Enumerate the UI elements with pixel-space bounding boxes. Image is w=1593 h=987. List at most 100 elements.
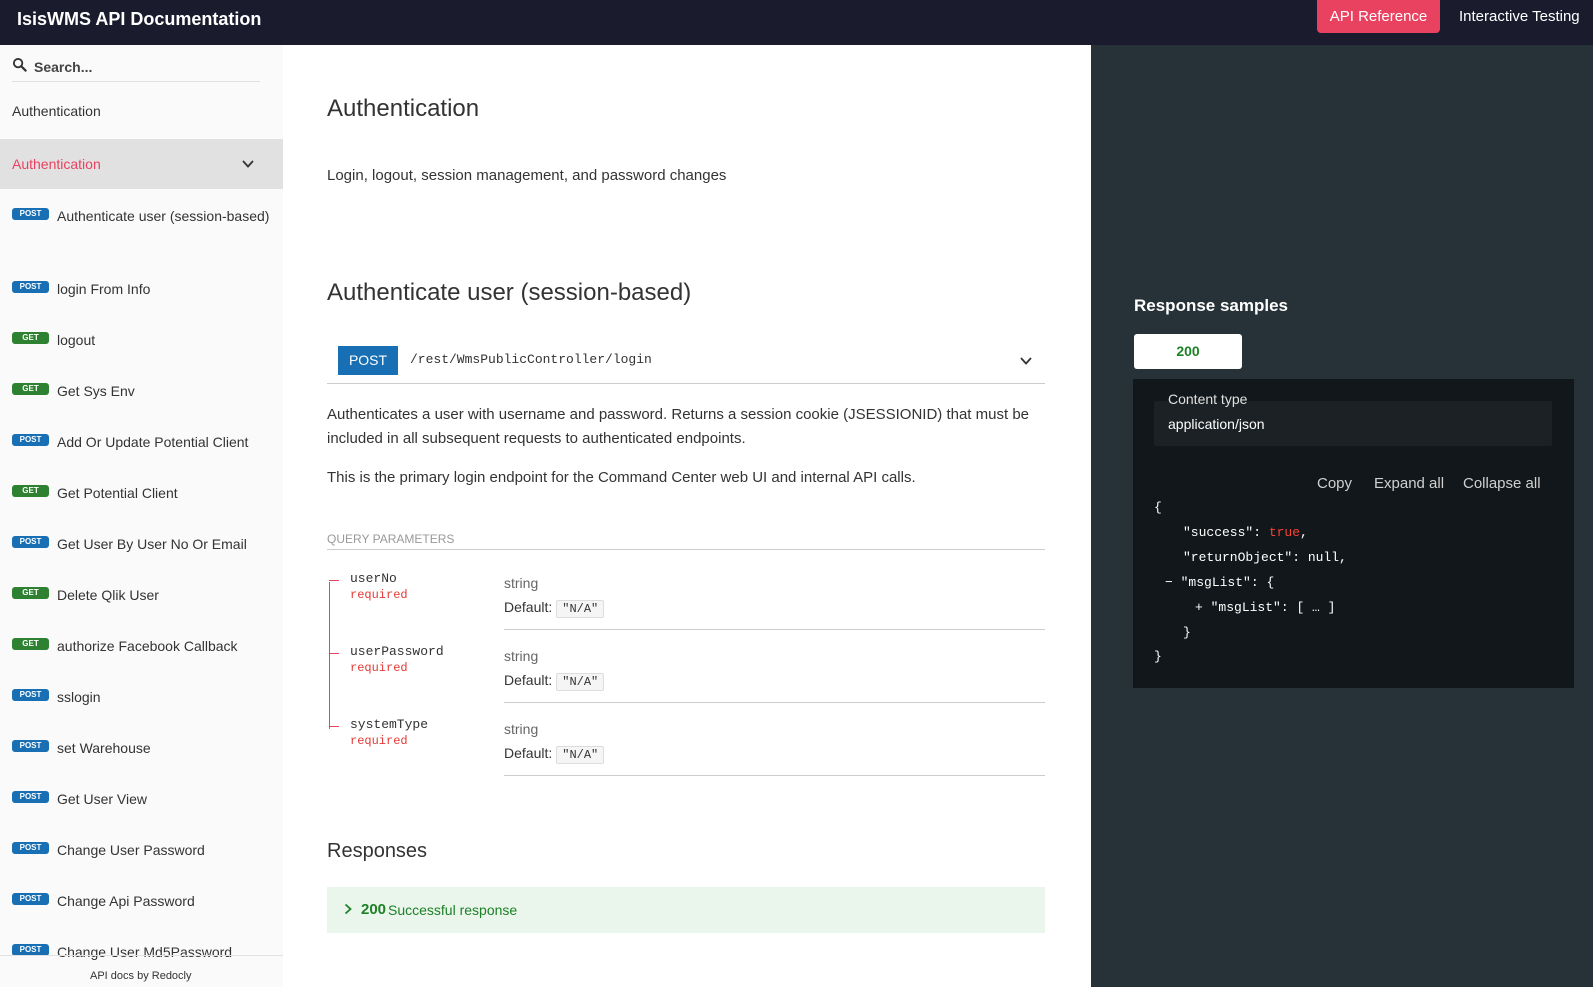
sidebar-item-get-sys-env[interactable]: GET Get Sys Env bbox=[0, 372, 283, 423]
param-divider bbox=[504, 775, 1045, 776]
sidebar-item-label: set Warehouse bbox=[57, 740, 151, 756]
sidebar-item-logout[interactable]: GET logout bbox=[0, 321, 283, 372]
json-value: null bbox=[1307, 550, 1340, 565]
json-brace: { bbox=[1266, 575, 1275, 590]
sidebar-group-authentication[interactable]: Authentication bbox=[12, 103, 101, 119]
sidebar-item-get-potential-client[interactable]: GET Get Potential Client bbox=[0, 474, 283, 525]
sidebar-item-add-or-update-potential-client[interactable]: POST Add Or Update Potential Client bbox=[0, 423, 283, 474]
footer-credit-link[interactable]: API docs by Redocly bbox=[90, 970, 192, 982]
operation-description: Authenticates a user with username and p… bbox=[327, 406, 1029, 447]
json-line: + "msgList": [ … ] bbox=[1195, 600, 1336, 615]
sidebar: Authentication Authentication POST Authe… bbox=[0, 45, 283, 987]
sidebar-item-label: login From Info bbox=[57, 281, 151, 297]
nav-interactive-testing-link[interactable]: Interactive Testing bbox=[1459, 0, 1580, 33]
sidebar-item-label: logout bbox=[57, 332, 96, 348]
nav-api-reference-button[interactable]: API Reference bbox=[1317, 0, 1440, 33]
sidebar-item-label: authorize Facebook Callback bbox=[57, 638, 238, 654]
content-type-label: Content type bbox=[1168, 391, 1248, 407]
sidebar-item-label: Get User By User No Or Email bbox=[57, 536, 247, 552]
operation-note: This is the primary login endpoint for t… bbox=[327, 469, 916, 486]
param-default-value: "N/A" bbox=[556, 600, 605, 618]
response-200-row[interactable]: 200 Successful response bbox=[327, 887, 1045, 933]
param-row: userPassword required string Default: "N/… bbox=[327, 644, 1045, 718]
search-icon bbox=[12, 57, 27, 72]
sidebar-item-change-user-password[interactable]: POST Change User Password bbox=[0, 831, 283, 882]
search-input[interactable] bbox=[34, 55, 254, 79]
response-code: 200 bbox=[361, 901, 387, 918]
json-key: "success" bbox=[1183, 525, 1254, 540]
json-line: "returnObject": null, bbox=[1183, 550, 1347, 565]
json-key: "msgList" bbox=[1210, 600, 1281, 615]
json-expand-toggle[interactable]: + bbox=[1195, 600, 1203, 615]
top-bar: IsisWMS API Documentation API Reference … bbox=[0, 0, 1593, 45]
response-samples-title: Response samples bbox=[1134, 296, 1289, 315]
chevron-right-icon bbox=[344, 903, 352, 915]
param-row: userNo required string Default: "N/A" bbox=[327, 571, 1045, 645]
collapse-all-button[interactable]: Collapse all bbox=[1463, 475, 1541, 492]
method-badge: GET bbox=[12, 332, 49, 344]
param-default-value: "N/A" bbox=[556, 673, 605, 691]
param-default-value: "N/A" bbox=[556, 746, 605, 764]
sidebar-item-label: Get User View bbox=[57, 791, 147, 807]
params-tree-tick bbox=[329, 726, 339, 727]
param-default-label: Default: bbox=[504, 599, 553, 615]
json-collapse-toggle[interactable]: − bbox=[1165, 575, 1173, 590]
sidebar-item-label: Authenticate user (session-based) bbox=[57, 208, 270, 224]
params-tree-tick bbox=[329, 653, 339, 654]
method-badge: GET bbox=[12, 587, 49, 599]
param-default-label: Default: bbox=[504, 745, 553, 761]
group-title: Authentication bbox=[327, 95, 480, 122]
json-brace: } bbox=[1183, 625, 1191, 640]
search-box bbox=[12, 55, 260, 82]
response-sample-box: Content type application/json Copy Expan… bbox=[1133, 379, 1574, 688]
param-name: userPassword bbox=[350, 644, 444, 659]
chevron-down-icon bbox=[242, 160, 254, 168]
sidebar-active-group[interactable]: Authentication bbox=[0, 139, 283, 189]
method-badge: POST bbox=[12, 689, 49, 701]
param-required: required bbox=[350, 734, 408, 748]
copy-button[interactable]: Copy bbox=[1317, 475, 1352, 492]
sidebar-item-change-api-password[interactable]: POST Change Api Password bbox=[0, 882, 283, 933]
method-badge: GET bbox=[12, 638, 49, 650]
param-required: required bbox=[350, 588, 408, 602]
sidebar-item-label: Change Api Password bbox=[57, 893, 195, 909]
app-title[interactable]: IsisWMS API Documentation bbox=[17, 9, 261, 30]
param-row: systemType required string Default: "N/A" bbox=[327, 717, 1045, 791]
sidebar-item-get-user-by-user-no-or-email[interactable]: POST Get User By User No Or Email bbox=[0, 525, 283, 576]
params-tree-tick bbox=[329, 580, 339, 581]
endpoint-bar[interactable]: POST /rest/WmsPublicController/login bbox=[327, 342, 1045, 384]
param-default: Default: "N/A" bbox=[504, 672, 605, 691]
json-key: "returnObject" bbox=[1183, 550, 1293, 565]
response-tab-200[interactable]: 200 bbox=[1134, 334, 1242, 369]
content-type-box[interactable]: Content type application/json bbox=[1154, 391, 1552, 446]
param-default: Default: "N/A" bbox=[504, 745, 605, 764]
sidebar-item-delete-qlik-user[interactable]: GET Delete Qlik User bbox=[0, 576, 283, 627]
sidebar-item-authorize-facebook-callback[interactable]: GET authorize Facebook Callback bbox=[0, 627, 283, 678]
endpoint-path: /rest/WmsPublicController/login bbox=[410, 352, 652, 367]
method-badge: POST bbox=[12, 434, 49, 446]
sidebar-item-label: Get Sys Env bbox=[57, 383, 135, 399]
json-line: − "msgList": { bbox=[1165, 575, 1275, 590]
sidebar-item-authenticate-user[interactable]: POST Authenticate user (session-based) bbox=[0, 197, 283, 270]
response-label: Successful response bbox=[388, 902, 518, 918]
group-description: Login, logout, session management, and p… bbox=[327, 167, 727, 184]
sidebar-item-login-from-info[interactable]: POST login From Info bbox=[0, 270, 283, 321]
chevron-down-icon bbox=[1020, 357, 1032, 365]
param-name: userNo bbox=[350, 571, 397, 586]
sidebar-operation-list: POST Authenticate user (session-based) P… bbox=[0, 197, 283, 984]
main-content: Authentication Login, logout, session ma… bbox=[283, 45, 1091, 987]
sidebar-item-label: Delete Qlik User bbox=[57, 587, 159, 603]
json-value: true bbox=[1268, 525, 1301, 540]
sidebar-item-get-user-view[interactable]: POST Get User View bbox=[0, 780, 283, 831]
method-badge: POST bbox=[12, 281, 49, 293]
json-value[interactable]: [ … ] bbox=[1296, 600, 1335, 615]
method-badge: POST bbox=[12, 791, 49, 803]
param-divider bbox=[504, 629, 1045, 630]
sidebar-item-label: Change User Password bbox=[57, 842, 205, 858]
sidebar-item-set-warehouse[interactable]: POST set Warehouse bbox=[0, 729, 283, 780]
method-badge: POST bbox=[12, 842, 49, 854]
param-name: systemType bbox=[350, 717, 429, 732]
expand-all-button[interactable]: Expand all bbox=[1374, 475, 1444, 492]
method-badge: POST bbox=[12, 893, 49, 905]
sidebar-item-sslogin[interactable]: POST sslogin bbox=[0, 678, 283, 729]
